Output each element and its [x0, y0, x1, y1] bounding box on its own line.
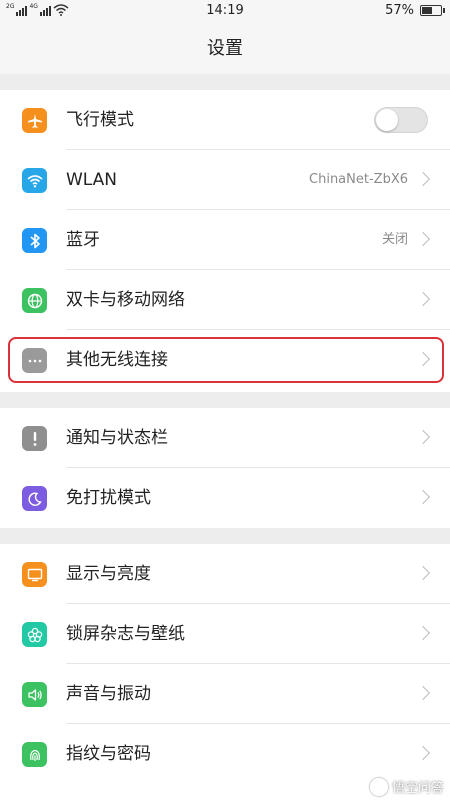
bluetooth-icon: [22, 228, 47, 253]
settings-item-label: 指纹与密码: [66, 744, 151, 764]
settings-item-lockscreen-wallpaper[interactable]: 锁屏杂志与壁纸: [0, 604, 450, 664]
fingerprint-icon: [22, 742, 47, 767]
exclamation-icon: [22, 426, 47, 451]
settings-item-other-wireless[interactable]: 其他无线连接: [0, 330, 450, 390]
battery-area: 57%: [385, 3, 445, 18]
settings-item-wlan[interactable]: WLAN ChinaNet-ZbX6: [0, 150, 450, 210]
settings-item-label: 锁屏杂志与壁纸: [66, 624, 185, 644]
display-icon: [22, 562, 47, 587]
chevron-right-icon: [415, 685, 431, 701]
chevron-right-icon: [415, 565, 431, 581]
chevron-right-icon: [415, 171, 431, 187]
settings-item-do-not-disturb[interactable]: 免打扰模式: [0, 468, 450, 528]
chevron-right-icon: [415, 429, 431, 445]
airplane-icon: [22, 108, 47, 133]
more-icon: [22, 348, 47, 373]
settings-item-label: 飞行模式: [66, 110, 134, 130]
wifi-icon: [22, 168, 47, 193]
section-gap: [0, 74, 450, 90]
settings-item-label: 通知与状态栏: [66, 428, 168, 448]
wlan-network-name: ChinaNet-ZbX6: [309, 172, 408, 187]
settings-item-label: 免打扰模式: [66, 488, 151, 508]
chevron-right-icon: [415, 489, 431, 505]
settings-item-bluetooth[interactable]: 蓝牙 关闭: [0, 210, 450, 270]
toggle-knob: [376, 109, 398, 131]
settings-item-label: 声音与振动: [66, 684, 151, 704]
settings-item-dual-sim[interactable]: 双卡与移动网络: [0, 270, 450, 330]
bluetooth-status: 关闭: [381, 232, 408, 247]
settings-item-label: WLAN: [66, 170, 118, 190]
settings-item-label: 显示与亮度: [66, 564, 151, 584]
chevron-right-icon: [415, 625, 431, 641]
chat-bubble-icon: [369, 777, 388, 796]
flower-icon: [22, 622, 47, 647]
chevron-right-icon: [415, 291, 431, 307]
settings-item-sound[interactable]: 声音与振动: [0, 664, 450, 724]
settings-item-notifications[interactable]: 通知与状态栏: [0, 408, 450, 468]
chevron-right-icon: [415, 745, 431, 761]
globe-icon: [22, 288, 47, 313]
status-time: 14:19: [206, 3, 244, 18]
settings-item-label: 其他无线连接: [66, 350, 168, 370]
section-gap: [0, 392, 450, 408]
battery-fill: [422, 7, 432, 14]
battery-percent: 57%: [385, 3, 414, 18]
settings-item-fingerprint[interactable]: 指纹与密码: [0, 724, 450, 784]
settings-item-label: 蓝牙: [66, 230, 100, 250]
chevron-right-icon: [415, 351, 431, 367]
settings-item-airplane-mode[interactable]: 飞行模式: [0, 90, 450, 150]
chevron-right-icon: [415, 231, 431, 247]
settings-item-display[interactable]: 显示与亮度: [0, 544, 450, 604]
watermark-text: 悟空问答: [391, 781, 444, 796]
battery-icon: [420, 5, 445, 16]
status-bar: 2G 4G 14:19 57%: [0, 0, 450, 24]
speaker-icon: [22, 682, 47, 707]
watermark: 悟空问答: [369, 777, 444, 796]
moon-icon: [22, 486, 47, 511]
settings-item-label: 双卡与移动网络: [66, 290, 185, 310]
section-gap: [0, 528, 450, 544]
airplane-mode-toggle[interactable]: [374, 107, 428, 133]
page-title: 设置: [0, 24, 450, 74]
